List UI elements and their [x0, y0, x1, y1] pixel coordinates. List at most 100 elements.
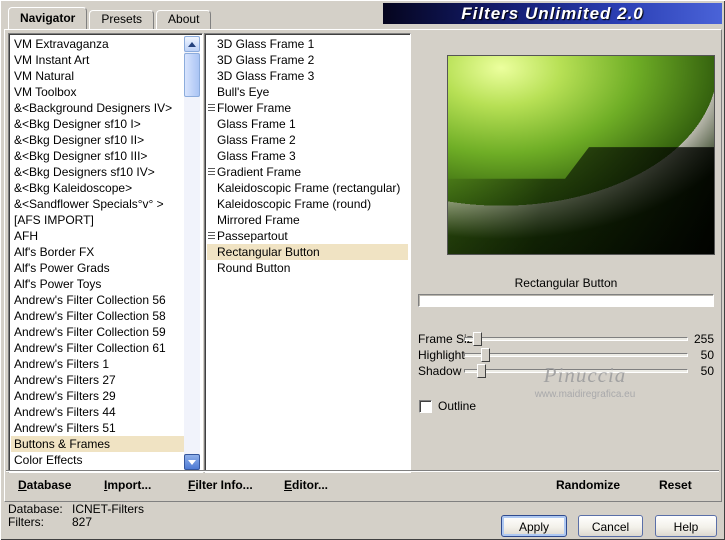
filter-item[interactable]: 3D Glass Frame 3: [207, 68, 408, 84]
category-item[interactable]: &<Background Designers IV>: [11, 100, 184, 116]
outline-checkbox-row[interactable]: Outline: [419, 399, 476, 413]
filter-item[interactable]: Kaleidoscopic Frame (rectangular): [207, 180, 408, 196]
window-title: Filters Unlimited 2.0: [461, 4, 644, 23]
filter-item[interactable]: Passepartout: [207, 228, 408, 244]
slider-track[interactable]: [464, 353, 688, 357]
filter-item-label: Bull's Eye: [217, 85, 270, 99]
category-item[interactable]: &<Sandflower Specials°v° >: [11, 196, 184, 212]
slider-track[interactable]: [464, 337, 688, 341]
category-item[interactable]: Andrew's Filters 29: [11, 388, 184, 404]
preset-marker-icon: [208, 104, 215, 113]
slider-row-frame-size: Frame Size 255: [418, 331, 714, 347]
category-item[interactable]: [AFS IMPORT]: [11, 212, 184, 228]
category-items: VM Extravaganza VM Instant Art VM Natural V…: [11, 36, 184, 470]
filter-item-label: 3D Glass Frame 3: [217, 69, 315, 83]
category-item[interactable]: Andrew's Filter Collection 59: [11, 324, 184, 340]
category-item[interactable]: Buttons & Frames: [11, 436, 184, 452]
filter-item[interactable]: Rectangular Button: [207, 244, 408, 260]
filter-item[interactable]: Flower Frame: [207, 100, 408, 116]
filter-listbox: 3D Glass Frame 1 3D Glass Frame 2 3D Glass…: [204, 33, 411, 473]
database-button[interactable]: Database: [18, 478, 71, 492]
filters-unlimited-window: Navigator Presets About Filters Unlimited …: [0, 0, 725, 540]
editor-button[interactable]: Editor...: [284, 478, 328, 492]
filter-item[interactable]: Kaleidoscopic Frame (round): [207, 196, 408, 212]
category-item[interactable]: Alf's Power Toys: [11, 276, 184, 292]
outline-label: Outline: [438, 399, 477, 413]
filter-item-label: 3D Glass Frame 2: [217, 53, 315, 67]
help-button[interactable]: Help: [655, 515, 717, 537]
preset-marker-icon: [208, 232, 215, 241]
category-item[interactable]: VM Natural: [11, 68, 184, 84]
filter-item[interactable]: Round Button: [207, 260, 408, 276]
category-item[interactable]: AFH: [11, 228, 184, 244]
scroll-up-button[interactable]: [184, 36, 200, 52]
title-banner: Filters Unlimited 2.0: [383, 3, 722, 24]
filter-info-button[interactable]: Filter Info...: [188, 478, 253, 492]
import-button[interactable]: Import...: [104, 478, 151, 492]
category-item[interactable]: Alf's Power Grads: [11, 260, 184, 276]
filter-item-label: Round Button: [217, 261, 291, 275]
slider-label: Highlight: [418, 348, 465, 362]
tab-bar: Navigator Presets About: [8, 7, 213, 29]
randomize-button[interactable]: Randomize: [556, 478, 620, 492]
category-item[interactable]: Andrew's Filters 27: [11, 372, 184, 388]
filter-item-label: Glass Frame 2: [217, 133, 296, 147]
filter-item-label: Flower Frame: [217, 101, 292, 115]
scrollbar-thumb[interactable]: [184, 53, 200, 97]
filter-item[interactable]: Glass Frame 3: [207, 148, 408, 164]
down-arrow-icon: [188, 459, 196, 465]
category-item[interactable]: &<Bkg Designer sf10 III>: [11, 148, 184, 164]
toolbar-separator: [6, 470, 719, 472]
tab-navigator[interactable]: Navigator: [8, 7, 88, 29]
category-item[interactable]: &<Bkg Designer sf10 I>: [11, 116, 184, 132]
category-item[interactable]: Andrew's Filters 51: [11, 420, 184, 436]
slider-thumb[interactable]: [472, 332, 482, 346]
slider-track[interactable]: [464, 369, 688, 373]
selected-filter-label: Rectangular Button: [514, 276, 618, 290]
slider-thumb[interactable]: [481, 348, 491, 362]
slider-value: 50: [700, 364, 714, 378]
category-item[interactable]: Andrew's Filters 44: [11, 404, 184, 420]
category-item[interactable]: Color Effects: [11, 452, 184, 468]
apply-button[interactable]: Apply: [501, 515, 567, 537]
tab-presets[interactable]: Presets: [89, 10, 155, 29]
filter-item[interactable]: 3D Glass Frame 1: [207, 36, 408, 52]
category-item[interactable]: Andrew's Filter Collection 61: [11, 340, 184, 356]
category-item[interactable]: &<Bkg Designers sf10 IV>: [11, 164, 184, 180]
category-item[interactable]: VM Extravaganza: [11, 36, 184, 52]
slider-row-shadow: Shadow 50: [418, 363, 714, 379]
slider-thumb[interactable]: [476, 364, 486, 378]
status-filters-row: Filters: 827: [8, 515, 92, 529]
category-item[interactable]: VM Instant Art: [11, 52, 184, 68]
category-item[interactable]: &<Bkg Designer sf10 II>: [11, 132, 184, 148]
category-scrollbar[interactable]: [184, 36, 200, 470]
filter-item[interactable]: Bull's Eye: [207, 84, 408, 100]
filter-item-label: Kaleidoscopic Frame (round): [217, 197, 372, 211]
filter-item-label: Glass Frame 1: [217, 117, 296, 131]
filter-item[interactable]: 3D Glass Frame 2: [207, 52, 408, 68]
slider-value: 50: [700, 348, 714, 362]
category-item[interactable]: Alf's Border FX: [11, 244, 184, 260]
filter-item[interactable]: Glass Frame 1: [207, 116, 408, 132]
outline-checkbox[interactable]: [419, 399, 432, 413]
category-listbox: VM Extravaganza VM Instant Art VM Natural V…: [8, 33, 203, 473]
tab-about[interactable]: About: [156, 10, 212, 29]
filter-item[interactable]: Gradient Frame: [207, 164, 408, 180]
category-item[interactable]: &<Bkg Kaleidoscope>: [11, 180, 184, 196]
filter-item[interactable]: Glass Frame 2: [207, 132, 408, 148]
preview-image: [447, 55, 715, 255]
progress-bar: [418, 294, 714, 307]
scroll-down-button[interactable]: [184, 454, 200, 470]
slider-label: Shadow: [418, 364, 462, 378]
status-database-label: Database:: [8, 502, 63, 516]
category-item[interactable]: Andrew's Filter Collection 58: [11, 308, 184, 324]
cancel-button[interactable]: Cancel: [578, 515, 643, 537]
category-item[interactable]: VM Toolbox: [11, 84, 184, 100]
category-item[interactable]: Andrew's Filter Collection 56: [11, 292, 184, 308]
status-filters-label: Filters:: [8, 515, 44, 529]
filter-item[interactable]: Mirrored Frame: [207, 212, 408, 228]
reset-button[interactable]: Reset: [659, 478, 692, 492]
category-item[interactable]: Andrew's Filters 1: [11, 356, 184, 372]
filter-item-label: Kaleidoscopic Frame (rectangular): [217, 181, 401, 195]
filter-item-label: Mirrored Frame: [217, 213, 300, 227]
